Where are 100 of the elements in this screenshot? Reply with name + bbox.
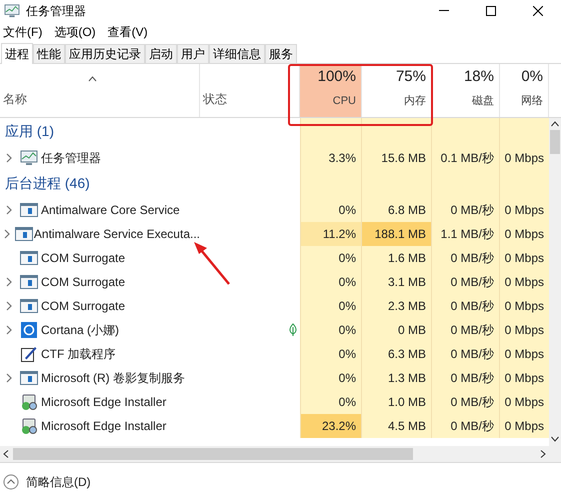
horizontal-scrollbar[interactable] — [0, 446, 549, 462]
window-icon — [20, 251, 38, 265]
group-header: 应用 (1) — [5, 122, 54, 141]
table-cell: 0 MB/秒 — [432, 318, 500, 342]
chevron-right-icon[interactable] — [6, 153, 12, 163]
table-cell: 0% — [300, 318, 362, 342]
process-name[interactable]: Microsoft (R) 卷影复制服务 — [41, 369, 185, 387]
table-cell: 0 MB/秒 — [432, 414, 500, 438]
collapse-icon[interactable] — [3, 474, 19, 490]
installer-icon — [20, 417, 38, 435]
monitor-chart-icon — [4, 4, 20, 18]
table-cell: 0 Mbps — [500, 366, 549, 390]
table-cell: 0% — [300, 294, 362, 318]
window-icon — [14, 227, 33, 241]
table-cell: 0 Mbps — [500, 222, 549, 246]
menu-item[interactable]: 选项(O) — [54, 23, 96, 41]
table-cell: 1.3 MB — [362, 366, 432, 390]
tab[interactable]: 进程 — [1, 43, 33, 64]
process-name[interactable]: Antimalware Service Executa... — [34, 225, 200, 243]
column-header[interactable]: 名称 — [0, 64, 200, 117]
table-cell: 0 MB/秒 — [432, 246, 500, 270]
table-cell: 0 MB/秒 — [432, 390, 500, 414]
table-cell: 0 Mbps — [500, 414, 549, 438]
scroll-up-icon[interactable] — [551, 121, 559, 127]
table-cell: 0% — [300, 390, 362, 414]
table-cell: 1.0 MB — [362, 390, 432, 414]
table-cell: 0 Mbps — [500, 294, 549, 318]
table-cell: 0% — [300, 342, 362, 366]
chevron-right-icon[interactable] — [6, 205, 12, 215]
window-title: 任务管理器 — [26, 3, 86, 20]
chevron-right-icon[interactable] — [6, 325, 12, 335]
chevron-right-icon[interactable] — [6, 373, 12, 383]
minimize-icon — [438, 10, 448, 12]
table-cell: 0 MB/秒 — [432, 294, 500, 318]
table-cell: 0% — [300, 198, 362, 222]
table-cell: 0 MB/秒 — [432, 366, 500, 390]
menu-item[interactable]: 查看(V) — [108, 23, 148, 41]
table-cell: 0 MB/秒 — [432, 198, 500, 222]
table-cell: 1.1 MB/秒 — [432, 222, 500, 246]
process-name[interactable]: Microsoft Edge Installer — [41, 417, 166, 435]
scroll-right-icon[interactable] — [540, 450, 546, 458]
process-name[interactable]: COM Surrogate — [41, 297, 126, 315]
close-icon — [532, 6, 542, 16]
table-cell: 6.8 MB — [362, 198, 432, 222]
process-name[interactable]: COM Surrogate — [41, 249, 126, 267]
table-cell: 23.2% — [300, 414, 362, 438]
table-cell: 0 Mbps — [500, 270, 549, 294]
table-cell: 11.2% — [300, 222, 362, 246]
chevron-right-icon[interactable] — [6, 277, 12, 287]
table-cell: 3.3% — [300, 146, 362, 170]
table-cell: 0 Mbps — [500, 246, 549, 270]
leaf-icon — [288, 323, 298, 337]
column-header[interactable]: 100% CPU — [300, 64, 362, 117]
process-name[interactable]: COM Surrogate — [41, 273, 126, 291]
scrollbar-thumb[interactable] — [550, 130, 560, 154]
pen-icon — [21, 346, 37, 362]
table-cell: 0 MB — [362, 318, 432, 342]
tab[interactable]: 性能 — [33, 44, 65, 63]
chevron-right-icon[interactable] — [6, 301, 12, 311]
window-icon — [20, 203, 38, 217]
tab[interactable]: 详细信息 — [209, 44, 265, 63]
table-cell: 0% — [300, 246, 362, 270]
table-cell: 0 Mbps — [500, 342, 549, 366]
maximize-icon — [486, 6, 496, 16]
menu-item[interactable]: 文件(F) — [3, 23, 42, 41]
chevron-right-icon[interactable] — [4, 229, 11, 239]
window-icon — [20, 275, 38, 289]
process-name[interactable]: 任务管理器 — [41, 149, 101, 167]
table-cell: 6.3 MB — [362, 342, 432, 366]
table-cell: 15.6 MB — [362, 146, 432, 170]
tab[interactable]: 启动 — [145, 44, 177, 63]
scroll-left-icon[interactable] — [3, 450, 9, 458]
scroll-down-icon[interactable] — [551, 436, 559, 442]
tab[interactable]: 用户 — [177, 44, 209, 63]
annotation-arrow — [192, 240, 232, 286]
group-header: 后台进程 (46) — [5, 174, 90, 193]
tab[interactable]: 服务 — [265, 44, 297, 63]
table-cell: 3.1 MB — [362, 270, 432, 294]
window-icon — [20, 371, 38, 385]
table-cell: 0 Mbps — [500, 198, 549, 222]
table-cell: 188.1 MB — [362, 222, 432, 246]
process-name[interactable]: Antimalware Core Service — [41, 201, 180, 219]
tab[interactable]: 应用历史记录 — [65, 44, 145, 63]
table-cell: 0% — [300, 270, 362, 294]
scrollbar-thumb[interactable] — [13, 448, 413, 460]
table-cell: 0 Mbps — [500, 146, 549, 170]
process-name[interactable]: Cortana (小娜) — [41, 321, 120, 339]
fewer-details-button[interactable]: 简略信息(D) — [26, 472, 91, 490]
vertical-scrollbar[interactable] — [549, 118, 561, 462]
monitor-chart-icon — [20, 150, 38, 166]
circle-icon — [21, 322, 37, 338]
process-name[interactable]: CTF 加载程序 — [41, 345, 116, 363]
table-cell: 0 MB/秒 — [432, 342, 500, 366]
table-cell: 0.1 MB/秒 — [432, 146, 500, 170]
process-name[interactable]: Microsoft Edge Installer — [41, 393, 166, 411]
table-cell: 0 Mbps — [500, 318, 549, 342]
table-cell: 0 Mbps — [500, 390, 549, 414]
window-icon — [20, 299, 38, 313]
table-cell: 0% — [300, 366, 362, 390]
table-cell: 0 MB/秒 — [432, 270, 500, 294]
